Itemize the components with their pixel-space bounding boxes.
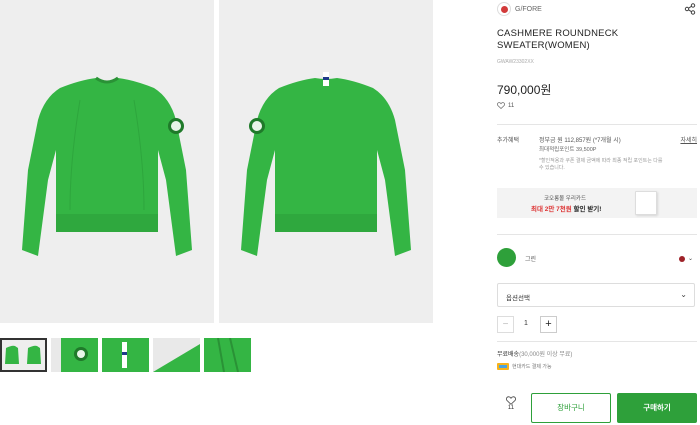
heart-icon	[497, 102, 505, 109]
wishlist-count: 11	[507, 405, 515, 411]
benefit-label: 추가혜택	[497, 138, 520, 144]
divider	[497, 124, 697, 125]
likes-number: 11	[508, 102, 515, 109]
thumbnail-2[interactable]	[51, 338, 98, 372]
add-to-cart-button[interactable]: 장바구니	[531, 393, 611, 423]
product-image-front[interactable]	[0, 0, 214, 323]
benefit-detail-link[interactable]: 자세히	[680, 135, 697, 144]
quantity-plus-button[interactable]: +	[540, 316, 557, 333]
buy-now-button[interactable]: 구매하기	[617, 393, 697, 423]
shipping-condition: (30,000원 이상 무료)	[519, 352, 573, 358]
shipping-info: 무료배송(30,000원 이상 무료)	[497, 349, 572, 358]
product-info-panel: G/FORE CASHMERE ROUNDNECK SWEATER(WOMEN)…	[497, 0, 700, 425]
quantity-minus-button[interactable]: −	[497, 316, 514, 333]
wishlist-button[interactable]: 11	[497, 396, 525, 411]
gfore-logo-icon	[497, 2, 511, 16]
likes-count: 11	[497, 102, 514, 109]
sweater-back-image	[219, 0, 433, 323]
color-swatch-red[interactable]	[679, 256, 685, 262]
brand-link[interactable]: G/FORE	[497, 2, 542, 16]
quantity-value[interactable]: 1	[521, 320, 531, 327]
product-code: GWAW23302XX	[497, 59, 534, 65]
card-pay-icon	[497, 363, 509, 370]
divider	[497, 341, 697, 342]
product-image-back[interactable]	[219, 0, 433, 323]
shipping-text: 무료배송	[497, 352, 520, 358]
thumbnail-3[interactable]	[102, 338, 149, 372]
credit-card-image	[635, 191, 657, 215]
benefit-points: 최대적립포인트 39,500P	[539, 147, 597, 153]
thumbnail-5[interactable]	[204, 338, 251, 372]
option-select[interactable]: 옵션선택 ⌄	[497, 283, 695, 307]
option-placeholder: 옵션선택	[506, 295, 530, 302]
card-discount-banner[interactable]: 코오롱몰 우리카드 최대 2만 7천원 할인 받기!	[497, 188, 697, 218]
payment-info: 현대카드 결제 가능	[497, 363, 552, 370]
chevron-down-icon: ⌄	[680, 290, 687, 299]
thumbnail-strip	[0, 338, 251, 372]
share-icon[interactable]	[684, 3, 696, 15]
product-price: 790,000원	[497, 83, 552, 97]
card-discount-amount: 최대 2만 7천원	[531, 206, 572, 213]
payment-text: 현대카드 결제 가능	[512, 364, 552, 370]
heart-icon	[506, 396, 516, 405]
color-label: 그린	[525, 257, 537, 263]
sweater-front-image	[0, 0, 214, 323]
thumbnail-1[interactable]	[0, 338, 47, 372]
thumbnail-4[interactable]	[153, 338, 200, 372]
brand-name: G/FORE	[515, 5, 542, 13]
chevron-down-icon[interactable]: ⌄	[688, 255, 693, 262]
card-banner-line1: 코오롱몰 우리카드	[544, 196, 587, 202]
card-banner-line2: 최대 2만 7천원 할인 받기!	[531, 203, 601, 213]
divider	[497, 234, 697, 235]
benefit-main: 정부금 원 112,857원 (*7개월 시)	[539, 138, 621, 144]
card-banner-suffix: 할인 받기!	[571, 206, 602, 213]
benefit-note: *할인적용과 쿠폰 결제 금액에 따라 최종 적립 포인트는 다를 수 있습니다…	[539, 158, 663, 171]
product-title: CASHMERE ROUNDNECK SWEATER(WOMEN)	[497, 28, 619, 51]
color-swatch-green[interactable]	[497, 248, 516, 267]
